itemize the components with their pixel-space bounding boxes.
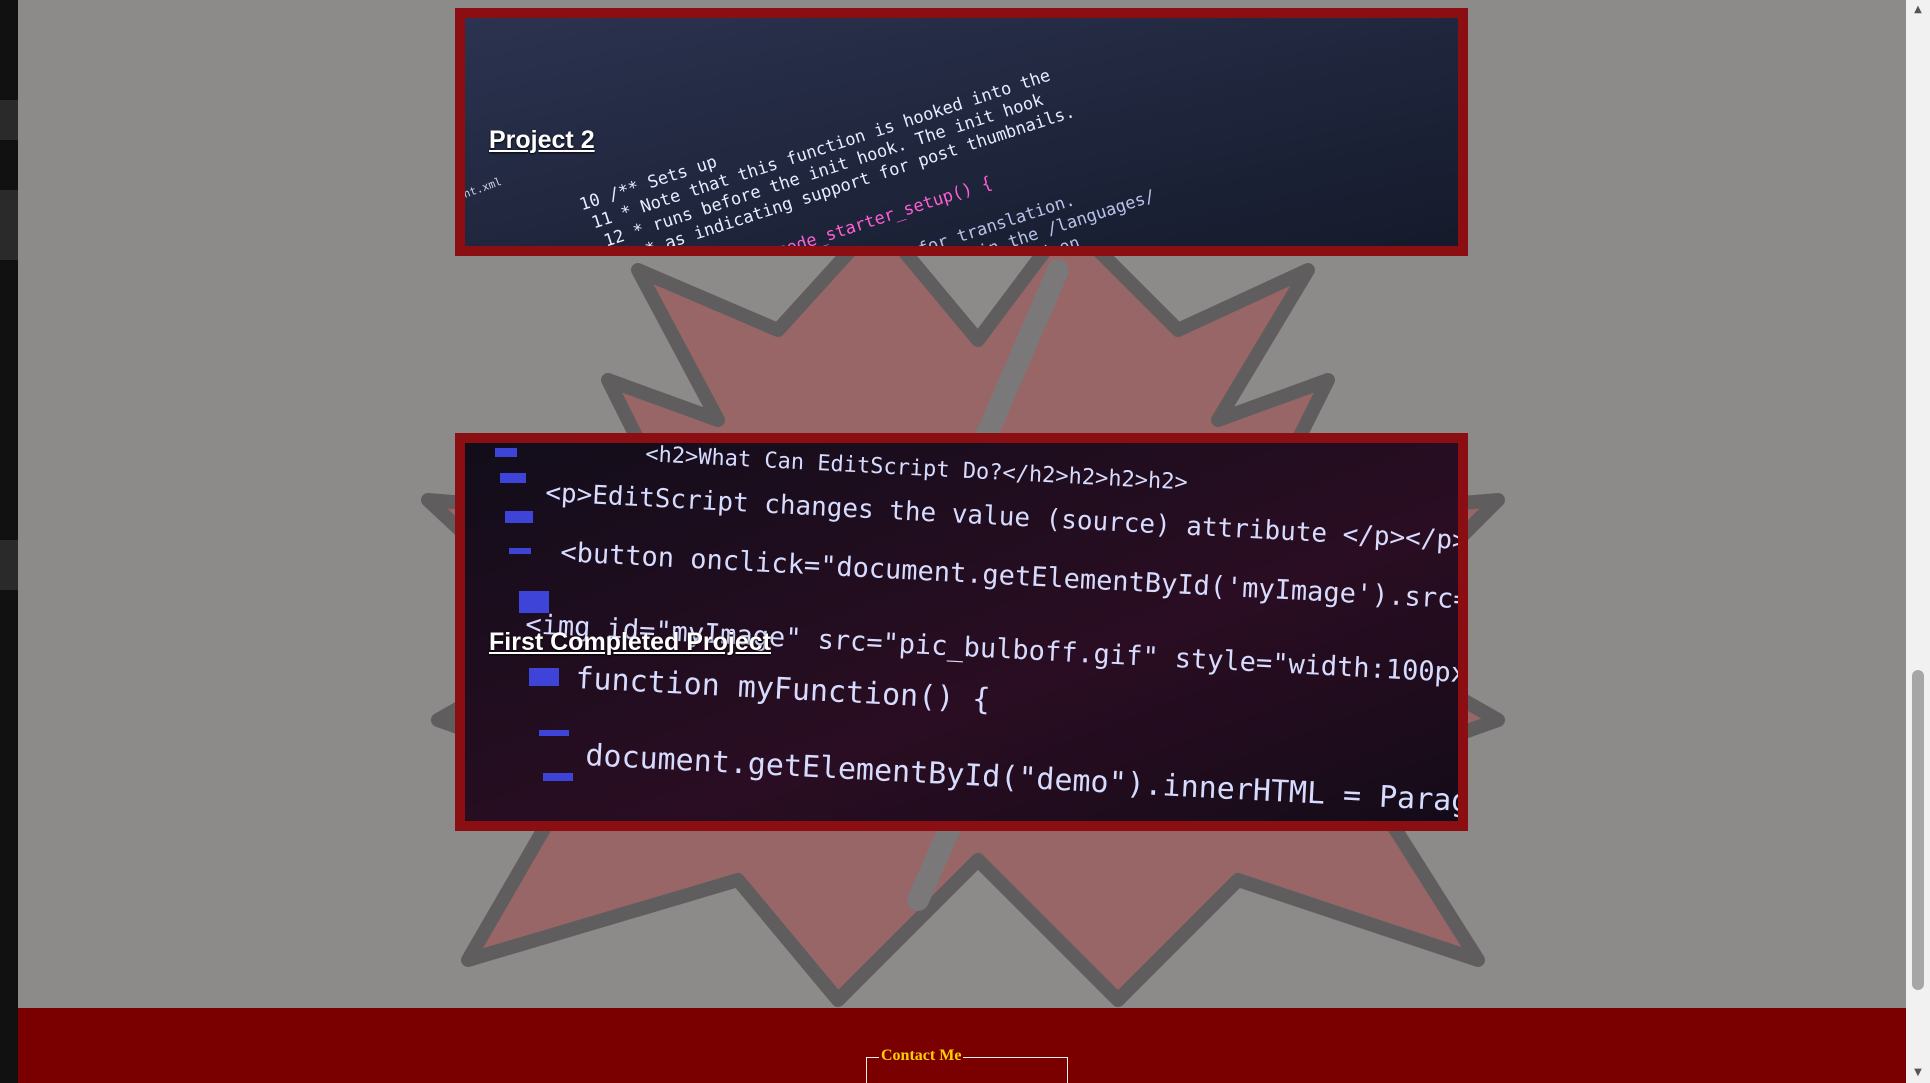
contact-me-heading: Contact Me	[879, 1047, 964, 1065]
code-screenshot-image: 10 /** Sets up11 * Note that this functi…	[465, 18, 1458, 246]
left-strip-segment	[0, 540, 18, 590]
scroll-up-icon[interactable]: ▲	[1906, 0, 1930, 20]
vertical-scrollbar[interactable]: ▲ ▼	[1906, 0, 1930, 1083]
projects-section: 10 /** Sets up 11 * Note that this functi…	[18, 0, 1906, 1008]
left-edge-strip	[0, 0, 18, 1083]
project-card-first-completed-project[interactable]: <h2>What Can EditScript Do?</h2>h2>h2>h2…	[455, 433, 1468, 831]
project-card-project-2[interactable]: 10 /** Sets up 11 * Note that this functi…	[455, 8, 1468, 256]
left-strip-segment	[0, 100, 18, 140]
scroll-down-icon[interactable]: ▼	[1906, 1063, 1930, 1083]
project-title-link[interactable]: First Completed Project	[489, 628, 771, 657]
project-title-link[interactable]: Project 2	[489, 126, 595, 155]
contact-fieldset: Contact Me	[866, 1047, 1068, 1083]
scrollbar-thumb[interactable]	[1912, 670, 1924, 990]
left-strip-segment	[0, 190, 18, 260]
